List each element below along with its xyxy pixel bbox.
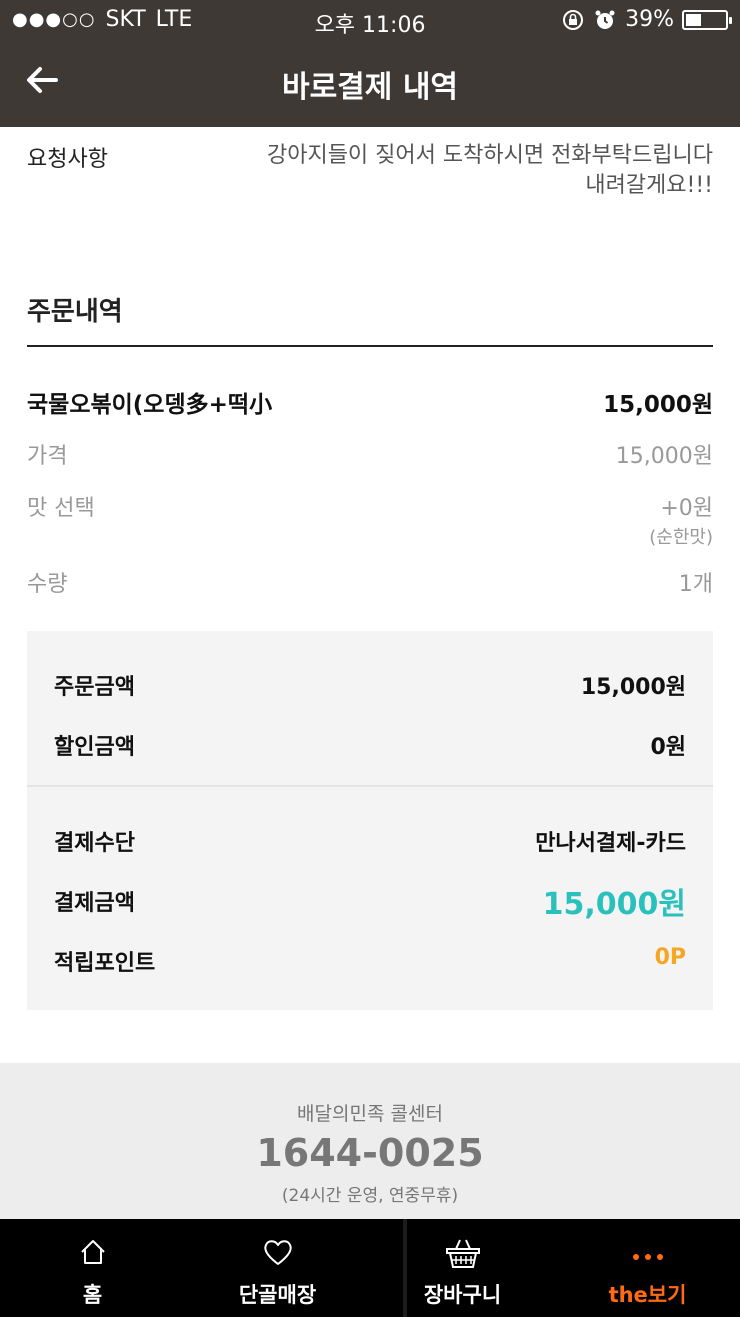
detail-value: 1개 — [678, 572, 713, 597]
section-divider — [27, 345, 713, 347]
detail-value: +0원 — [660, 496, 713, 521]
home-icon — [80, 1240, 105, 1264]
payment-method-value: 만나서결제-카드 — [535, 831, 686, 856]
order-amount-label: 주문금액 — [54, 675, 135, 700]
tab-label: 단골매장 — [238, 1283, 317, 1307]
order-section-title: 주문내역 — [27, 297, 123, 327]
call-center-note: (24시간 운영, 연중무휴) — [281, 1186, 459, 1206]
tab-label: 장바구니 — [423, 1283, 502, 1307]
detail-value: 15,000원 — [615, 444, 713, 469]
payment-amount-value: 15,000원 — [542, 887, 686, 922]
discount-value: 0원 — [650, 735, 686, 760]
alarm-icon — [595, 10, 615, 29]
detail-label: 맛 선택 — [27, 496, 95, 521]
battery-fill — [686, 13, 701, 26]
tab-label: the보기 — [608, 1283, 687, 1307]
heart-icon — [263, 1240, 292, 1265]
tab-bar: 홈 단골매장 장바구니 the보기 — [0, 1219, 740, 1317]
page-title: 바로결제 내역 — [281, 70, 459, 105]
payment-method-label: 결제수단 — [54, 831, 135, 856]
detail-label: 수량 — [27, 572, 68, 597]
discount-label: 할인금액 — [54, 735, 135, 760]
payment-amount-label: 결제금액 — [54, 891, 135, 916]
call-center: 배달의민족 콜센터 1644-0025 (24시간 운영, 연중무휴) — [0, 1063, 740, 1219]
summary-divider — [27, 785, 713, 787]
request-label: 요청사항 — [27, 147, 108, 172]
tab-more[interactable]: the보기 — [555, 1219, 740, 1317]
rotation-lock-icon — [563, 9, 584, 30]
tab-home[interactable]: 홈 — [0, 1219, 185, 1317]
call-center-phone[interactable]: 1644-0025 — [0, 1131, 740, 1175]
order-item-name: 국물오볶이(오뎅多+떡小 — [27, 392, 273, 418]
flavor-note: (순한맛) — [649, 527, 713, 548]
top-bar: ●●●○○ SKT LTE 오후 11:06 39% 바로결제 내역 — [0, 0, 740, 127]
status-right: 39% — [561, 7, 732, 32]
detail-label: 가격 — [27, 444, 68, 469]
request-value: 강아지들이 짖어서 도착하시면 전화부탁드립니다 내려갈게요!!! — [266, 143, 713, 198]
tab-cart[interactable]: 장바구니 — [370, 1219, 555, 1317]
title-bar: 바로결제 내역 — [0, 40, 740, 127]
points-label: 적립포인트 — [54, 951, 156, 976]
call-center-label: 배달의민족 콜센터 — [297, 1103, 443, 1125]
order-amount-value: 15,000원 — [580, 675, 686, 700]
payment-summary: 주문금액 15,000원 할인금액 0원 결제수단 만나서결제-카드 결제금액 … — [27, 631, 713, 1010]
battery-icon — [682, 9, 732, 30]
tab-label: 홈 — [82, 1283, 103, 1307]
more-dots-icon — [632, 1254, 663, 1260]
tab-divider — [403, 1219, 407, 1317]
status-bar: ●●●○○ SKT LTE 오후 11:06 39% — [0, 0, 740, 40]
battery-percent: 39% — [625, 7, 674, 32]
basket-icon — [445, 1239, 480, 1268]
tab-favorites[interactable]: 단골매장 — [185, 1219, 370, 1317]
order-item-price: 15,000원 — [603, 392, 713, 418]
points-value: 0P — [654, 945, 686, 970]
